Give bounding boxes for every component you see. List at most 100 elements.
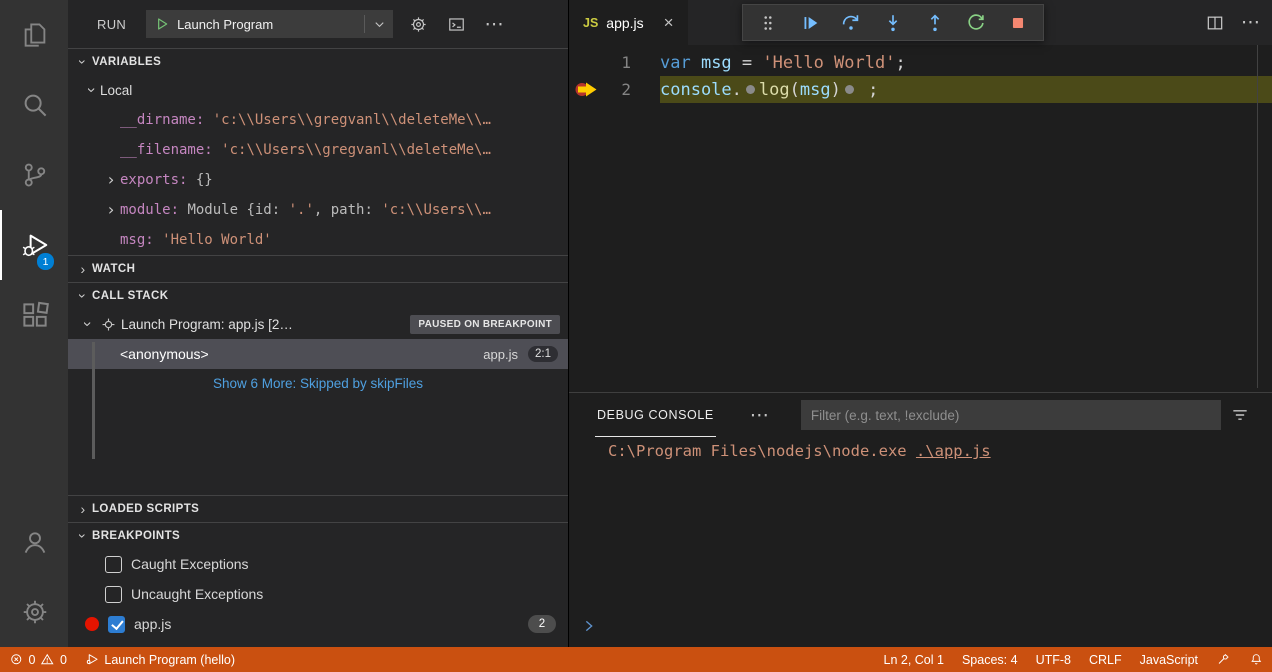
show-more-link[interactable]: Show 6 More: Skipped by skipFiles <box>68 369 568 397</box>
session-label: Launch Program: app.js [2… <box>121 317 293 332</box>
tree-indent-guide <box>92 342 95 459</box>
debug-toolbar <box>742 4 1044 41</box>
extensions-icon[interactable] <box>0 280 68 350</box>
uncaught-exceptions-checkbox[interactable] <box>105 586 122 603</box>
variables-section-label: VARIABLES <box>92 56 161 68</box>
breakpoint-row-caught-exceptions[interactable]: Caught Exceptions <box>68 549 568 579</box>
launch-config-select[interactable]: Launch Program <box>146 10 393 38</box>
editor-area: JS app.js × <box>569 0 1272 647</box>
console-output-link[interactable]: .\app.js <box>916 442 991 460</box>
gutter-line-2[interactable]: 2 <box>569 76 660 103</box>
run-debug-icon[interactable]: 1 <box>0 210 68 280</box>
sidebar-title: RUN <box>97 17 126 32</box>
more-actions-icon[interactable]: ⋯ <box>1241 13 1260 32</box>
scope-label: Local <box>100 83 132 98</box>
split-editor-icon[interactable] <box>1205 13 1225 33</box>
main-area: 1 RUN Launch Program <box>0 0 1272 647</box>
variable-row-filename[interactable]: __filename: 'c:\\Users\\gregvanl\\delete… <box>68 135 568 165</box>
variable-row-exports[interactable]: ›exports: {} <box>68 165 568 195</box>
loaded-scripts-section-header[interactable]: › LOADED SCRIPTS <box>68 495 568 522</box>
console-filter-input[interactable] <box>801 400 1221 430</box>
step-into-button[interactable] <box>876 8 910 38</box>
code-line-1: 1 var msg = 'Hello World'; <box>569 49 1272 76</box>
debug-count-badge: 1 <box>36 252 55 271</box>
scope-local-row[interactable]: › Local <box>68 75 568 105</box>
eol-status[interactable]: CRLF <box>1080 647 1131 672</box>
step-out-button[interactable] <box>918 8 952 38</box>
chevron-expanded-icon: › <box>76 53 90 71</box>
more-actions-icon[interactable]: ⋯ <box>750 406 769 425</box>
code-editor[interactable]: 1 var msg = 'Hello World'; 2 console.log… <box>569 45 1272 392</box>
variables-section-header[interactable]: › VARIABLES <box>68 48 568 75</box>
breakpoints-section-label: BREAKPOINTS <box>92 530 180 542</box>
current-line-breakpoint-arrow-icon <box>574 80 602 99</box>
variables-tree: › Local __dirname: 'c:\\Users\\gregvanl\… <box>68 75 568 255</box>
play-icon <box>154 16 170 32</box>
warning-icon <box>40 652 55 667</box>
select-divider <box>364 15 365 33</box>
pin-icon[interactable] <box>1207 647 1240 672</box>
stack-frame-row[interactable]: <anonymous> app.js 2:1 <box>68 339 568 369</box>
watch-section-header[interactable]: › WATCH <box>68 255 568 282</box>
chevron-down-icon <box>372 17 387 32</box>
language-status[interactable]: JavaScript <box>1131 647 1207 672</box>
chevron-expanded-icon: › <box>79 315 95 333</box>
inline-breakpoint-dot[interactable] <box>746 85 755 94</box>
variable-row-module[interactable]: ›module: Module {id: '.', path: 'c:\\Use… <box>68 195 568 225</box>
cursor-position-status[interactable]: Ln 2, Col 1 <box>875 647 953 672</box>
error-count: 0 <box>29 653 36 667</box>
filter-icon[interactable] <box>1228 403 1252 427</box>
chevron-expanded-icon: › <box>76 527 90 545</box>
encoding-status[interactable]: UTF-8 <box>1027 647 1080 672</box>
inline-breakpoint-dot[interactable] <box>845 85 854 94</box>
chevron-right-icon: › <box>102 202 120 218</box>
breakpoint-label: app.js <box>134 616 171 632</box>
debug-target-status[interactable]: Launch Program (hello) <box>76 647 244 672</box>
warning-count: 0 <box>60 653 67 667</box>
gutter-line-1[interactable]: 1 <box>569 49 660 76</box>
tab-debug-console[interactable]: DEBUG CONSOLE <box>595 393 716 437</box>
js-file-icon: JS <box>583 16 598 30</box>
line-number: 1 <box>621 53 631 72</box>
frame-file: app.js <box>483 347 518 362</box>
breakpoint-row-uncaught-exceptions[interactable]: Uncaught Exceptions <box>68 579 568 609</box>
chevron-right-icon: › <box>102 172 120 188</box>
editor-scrollbar[interactable] <box>1257 45 1258 388</box>
stop-button[interactable] <box>1001 8 1035 38</box>
gear-icon[interactable] <box>405 11 431 37</box>
close-icon[interactable]: × <box>664 14 674 31</box>
prompt-chevron-icon <box>581 618 597 634</box>
notifications-bell-icon[interactable] <box>1240 647 1272 672</box>
debug-session-icon <box>101 317 116 332</box>
debug-session-row[interactable]: › Launch Program: app.js [2… PAUSED ON B… <box>68 309 568 339</box>
console-input-prompt[interactable] <box>581 613 1272 639</box>
watch-section-label: WATCH <box>92 263 135 275</box>
explorer-icon[interactable] <box>0 0 68 70</box>
restart-button[interactable] <box>959 8 993 38</box>
account-icon[interactable] <box>0 507 68 577</box>
breakpoint-row-appjs[interactable]: app.js 2 <box>68 609 568 639</box>
appjs-breakpoint-checkbox[interactable] <box>108 616 125 633</box>
console-output-text: C:\Program Files\nodejs\node.exe <box>608 442 916 460</box>
call-stack-section-header[interactable]: › CALL STACK <box>68 282 568 309</box>
caught-exceptions-checkbox[interactable] <box>105 556 122 573</box>
settings-gear-icon[interactable] <box>0 577 68 647</box>
breakpoints-section-header[interactable]: › BREAKPOINTS <box>68 522 568 549</box>
search-icon[interactable] <box>0 70 68 140</box>
tab-appjs[interactable]: JS app.js × <box>569 0 688 45</box>
source-control-icon[interactable] <box>0 140 68 210</box>
variable-row-dirname[interactable]: __dirname: 'c:\\Users\\gregvanl\\deleteM… <box>68 105 568 135</box>
more-actions-icon[interactable]: ⋯ <box>481 11 507 37</box>
chevron-expanded-icon: › <box>83 81 99 99</box>
toolbar-drag-grip[interactable] <box>751 8 785 38</box>
breakpoint-label: Uncaught Exceptions <box>131 586 263 602</box>
debug-target-label: Launch Program (hello) <box>104 653 235 667</box>
indentation-status[interactable]: Spaces: 4 <box>953 647 1027 672</box>
debug-console-icon[interactable] <box>443 11 469 37</box>
variable-row-msg[interactable]: msg: 'Hello World' <box>68 225 568 255</box>
step-over-button[interactable] <box>834 8 868 38</box>
problems-status[interactable]: 0 0 <box>0 647 76 672</box>
continue-button[interactable] <box>793 8 827 38</box>
editor-tab-bar: JS app.js × <box>569 0 1272 45</box>
code-line-2-current: 2 console.log(msg) ; <box>569 76 1272 103</box>
